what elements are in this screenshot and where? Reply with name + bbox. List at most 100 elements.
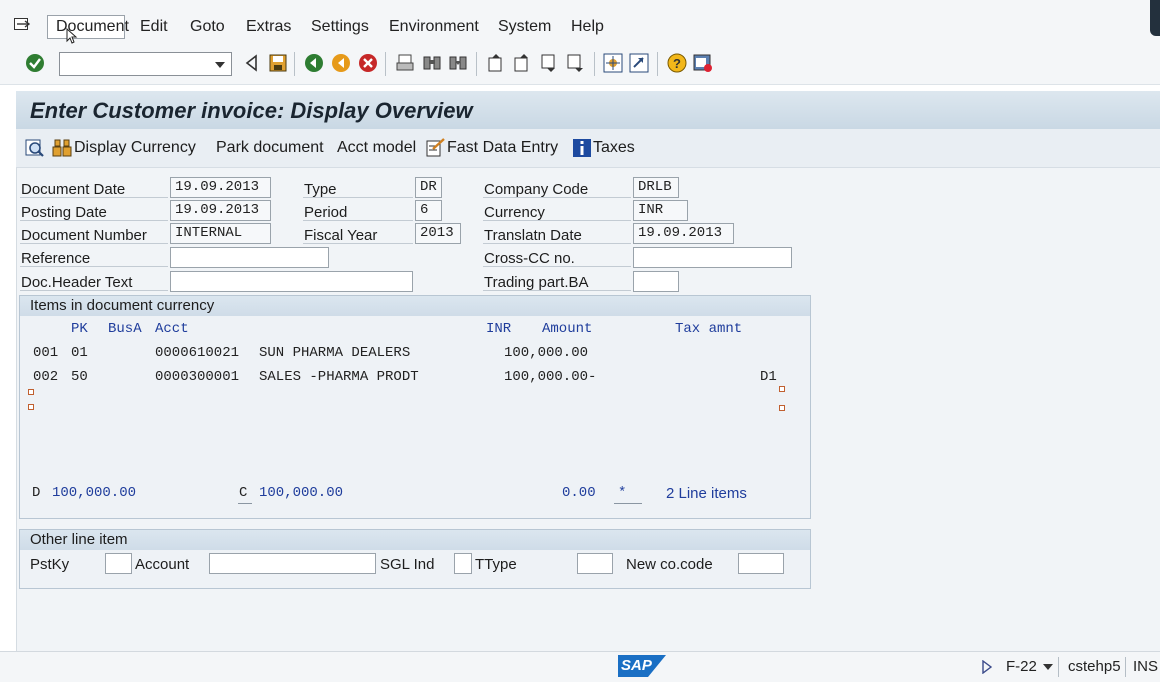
menu-extras[interactable]: Extras	[246, 18, 291, 36]
park-document-button[interactable]: Park document	[216, 139, 324, 157]
credit-total-value: 100,000.00	[259, 485, 344, 501]
posting-date-field[interactable]: 19.09.2013	[170, 200, 271, 221]
new-co-code-input[interactable]	[738, 553, 784, 574]
status-separator	[1125, 657, 1126, 677]
ttype-input[interactable]	[577, 553, 613, 574]
reference-input[interactable]	[170, 247, 329, 268]
fiscal-year-label: Fiscal Year	[304, 227, 378, 244]
document-number-field[interactable]: INTERNAL	[170, 223, 271, 244]
row-amount: 100,000.00	[504, 345, 589, 361]
info-icon	[573, 139, 591, 157]
taxes-button[interactable]: Taxes	[593, 139, 635, 157]
sap-logo-text: SAP	[621, 657, 652, 674]
menu-environment[interactable]: Environment	[389, 18, 479, 36]
toolbar-separator	[657, 52, 658, 76]
fast-data-entry-button[interactable]: Fast Data Entry	[447, 139, 558, 157]
application-toolbar: Display Currency Park document Acct mode…	[16, 129, 1160, 168]
menu-system[interactable]: System	[498, 18, 551, 36]
line-items-count: 2 Line items	[666, 485, 747, 502]
previous-page-icon[interactable]	[512, 53, 532, 73]
sgl-ind-input[interactable]	[454, 553, 472, 574]
window-corner	[1150, 0, 1160, 36]
selection-marker	[28, 404, 34, 410]
shortcut-icon[interactable]	[629, 53, 649, 73]
balance-value: 0.00	[562, 485, 596, 501]
fiscal-year-field[interactable]: 2013	[415, 223, 461, 244]
menu-goto[interactable]: Goto	[190, 18, 225, 36]
standard-toolbar: ?	[0, 44, 1160, 85]
type-field[interactable]: DR	[415, 177, 442, 198]
doc-header-text-label: Doc.Header Text	[21, 274, 133, 291]
back-triangle-icon[interactable]	[242, 53, 262, 73]
status-separator	[1058, 657, 1059, 677]
print-icon[interactable]	[395, 53, 415, 73]
chevron-down-icon[interactable]	[215, 62, 225, 68]
translatn-date-label: Translatn Date	[484, 227, 582, 244]
reference-label: Reference	[21, 250, 91, 267]
row-account: 0000300001	[155, 369, 240, 385]
save-icon[interactable]	[268, 53, 288, 73]
exit-icon[interactable]	[331, 53, 351, 73]
first-page-icon[interactable]	[486, 53, 506, 73]
create-session-icon[interactable]	[603, 53, 623, 73]
find-next-icon[interactable]	[448, 53, 468, 73]
indicator-underline	[614, 503, 642, 504]
menu-edit[interactable]: Edit	[140, 18, 168, 36]
trading-part-ba-label: Trading part.BA	[484, 274, 589, 291]
server-name: cstehp5	[1068, 658, 1121, 675]
display-currency-button[interactable]: Display Currency	[74, 139, 196, 157]
column-acct: Acct	[155, 321, 189, 337]
pstky-input[interactable]	[105, 553, 132, 574]
company-code-label: Company Code	[484, 181, 589, 198]
row-account-name: SUN PHARMA DEALERS	[259, 345, 411, 361]
status-bar: SAP F-22 cstehp5 INS	[0, 651, 1160, 682]
chevron-down-icon[interactable]	[1043, 664, 1053, 670]
company-code-field[interactable]: DRLB	[633, 177, 679, 198]
pstky-label: PstKy	[30, 556, 70, 573]
svg-text:?: ?	[673, 56, 681, 71]
next-page-icon[interactable]	[539, 53, 559, 73]
account-input[interactable]	[209, 553, 376, 574]
new-co-code-label: New co.code	[626, 556, 713, 573]
trading-part-ba-input[interactable]	[633, 271, 679, 292]
cross-cc-no-input[interactable]	[633, 247, 792, 268]
credit-underline	[238, 503, 252, 504]
document-date-label: Document Date	[21, 181, 126, 198]
document-number-label: Document Number	[21, 227, 147, 244]
period-field[interactable]: 6	[415, 200, 442, 221]
customize-layout-icon[interactable]	[693, 53, 713, 73]
column-tax-amnt: Tax amnt	[675, 321, 743, 337]
enter-check-icon[interactable]	[25, 53, 45, 73]
column-busa: BusA	[108, 321, 142, 337]
back-icon[interactable]	[304, 53, 324, 73]
column-pk: PK	[71, 321, 88, 337]
row-number: 002	[33, 369, 59, 385]
page-title: Enter Customer invoice: Display Overview	[30, 98, 473, 123]
column-currency: INR	[486, 321, 512, 337]
input-mode[interactable]: INS	[1133, 658, 1158, 675]
currency-label: Currency	[484, 204, 545, 221]
translatn-date-field[interactable]: 19.09.2013	[633, 223, 734, 244]
last-page-icon[interactable]	[565, 53, 585, 73]
row-pk: 50	[71, 369, 88, 385]
help-icon[interactable]: ?	[667, 53, 687, 73]
cancel-icon[interactable]	[358, 53, 378, 73]
currency-field[interactable]: INR	[633, 200, 688, 221]
acct-model-button[interactable]: Acct model	[337, 139, 416, 157]
account-label: Account	[135, 556, 190, 573]
debit-total-value: 100,000.00	[52, 485, 137, 501]
fast-data-entry-icon	[426, 138, 445, 157]
find-icon[interactable]	[422, 53, 442, 73]
menu-settings[interactable]: Settings	[311, 18, 369, 36]
window-menu-icon[interactable]	[14, 18, 30, 30]
sap-logo: SAP	[618, 655, 666, 677]
command-field[interactable]	[59, 52, 232, 76]
expand-status-icon[interactable]	[982, 660, 992, 674]
display-document-icon[interactable]	[25, 138, 45, 158]
toolbar-separator	[594, 52, 595, 76]
mouse-cursor-icon	[66, 28, 78, 44]
document-date-field[interactable]: 19.09.2013	[170, 177, 271, 198]
items-group-title: Items in document currency	[30, 297, 215, 314]
doc-header-text-input[interactable]	[170, 271, 413, 292]
menu-help[interactable]: Help	[571, 18, 604, 36]
